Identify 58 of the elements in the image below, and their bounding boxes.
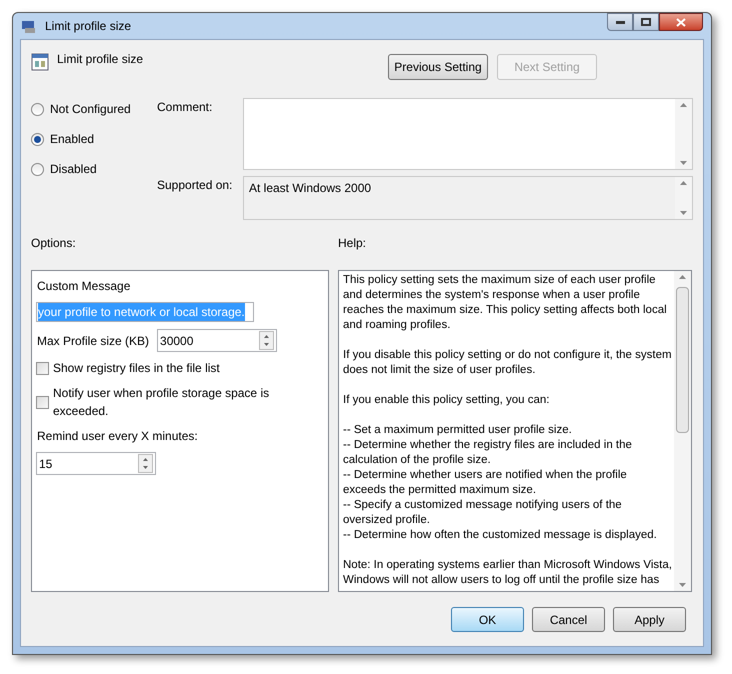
help-text: This policy setting sets the maximum size of each user profile and determines the system's response when a user profile reaches the maximum size. This policy setting affects both local and roaming profiles. [343, 273, 668, 333]
dialog-button[interactable]: Apply [613, 607, 686, 632]
spin-value: 30000 [159, 332, 194, 350]
radio-button[interactable] [31, 132, 44, 146]
scrollbar[interactable] [674, 271, 691, 591]
maximize-button[interactable] [633, 13, 659, 31]
checkbox-label: Show registry files in the file list [53, 360, 221, 377]
option-label: Remind user every X minutes: [36, 428, 199, 445]
scrollbar[interactable] [675, 99, 692, 169]
spin-value: 15 [38, 456, 54, 472]
scroll-thumb[interactable] [676, 287, 689, 433]
spin-up-icon[interactable] [264, 334, 270, 338]
maximize-icon [641, 18, 651, 26]
radio-label: Enabled [50, 131, 94, 148]
help-label: Help: [338, 235, 366, 252]
scroll-up-icon[interactable] [680, 103, 687, 107]
scrollbar[interactable] [675, 177, 692, 219]
close-button[interactable] [659, 13, 703, 31]
spin-down-icon[interactable] [264, 343, 270, 346]
radio-button[interactable] [31, 162, 44, 176]
scroll-up-icon[interactable] [679, 275, 686, 279]
spin-field[interactable]: 30000 [157, 329, 278, 352]
spin-buttons[interactable] [138, 454, 153, 473]
minimize-button[interactable] [607, 13, 633, 31]
minimize-icon [616, 20, 624, 24]
spin-up-icon[interactable] [143, 458, 148, 461]
checkbox[interactable] [36, 396, 49, 408]
radio-label: Disabled [50, 161, 97, 178]
supported-on-label: Supported on: [157, 177, 234, 194]
spin-down-icon[interactable] [143, 466, 148, 470]
spin-buttons[interactable] [259, 331, 274, 350]
help-text: Note: In operating systems earlier than Microsoft Windows Vista, Windows will not allow users to log off until the profile size has [343, 558, 672, 588]
dialog-button[interactable]: OK [451, 607, 524, 632]
help-text: If you enable this policy setting, you can: [343, 393, 550, 408]
option-label: Custom Message [36, 278, 132, 295]
scroll-down-icon[interactable] [679, 583, 686, 587]
window-title: Limit profile size [45, 18, 132, 35]
checkbox-label: Notify user when profile storage space is exceeded. [53, 385, 270, 420]
option-label: Max Profile size (KB) [37, 332, 150, 350]
nav-button[interactable]: Previous Setting [388, 54, 488, 80]
comment-field[interactable] [243, 98, 693, 170]
help-text: -- Set a maximum permitted user profile size. -- Determine whether the registry files are included in the calculation of the profile size. -- Determine whether users are notified when the profile exceeds the permitted maximum size. -- Specify a customized message notifying users of the oversized profile. -- Determine how often the customized message is displayed. [343, 423, 658, 543]
supported-on-value: At least Windows 2000 [248, 180, 372, 197]
checkbox[interactable] [36, 362, 49, 374]
scroll-down-icon[interactable] [680, 161, 687, 165]
help-text: If you disable this policy setting or do not configure it, the system does not limit the size of user profiles. [343, 348, 672, 378]
options-label: Options: [31, 235, 77, 252]
scroll-down-icon[interactable] [680, 211, 687, 215]
window-icon [21, 18, 37, 34]
comment-label: Comment: [157, 99, 214, 116]
close-icon [676, 18, 686, 26]
dialog-button[interactable]: Cancel [532, 607, 605, 632]
radio-button[interactable] [31, 102, 44, 116]
setting-title: Limit profile size [57, 51, 144, 68]
spin-field[interactable]: 15 [36, 452, 156, 475]
scroll-up-icon[interactable] [680, 181, 687, 185]
radio-label: Not Configured [50, 101, 131, 118]
policy-icon [31, 53, 49, 71]
